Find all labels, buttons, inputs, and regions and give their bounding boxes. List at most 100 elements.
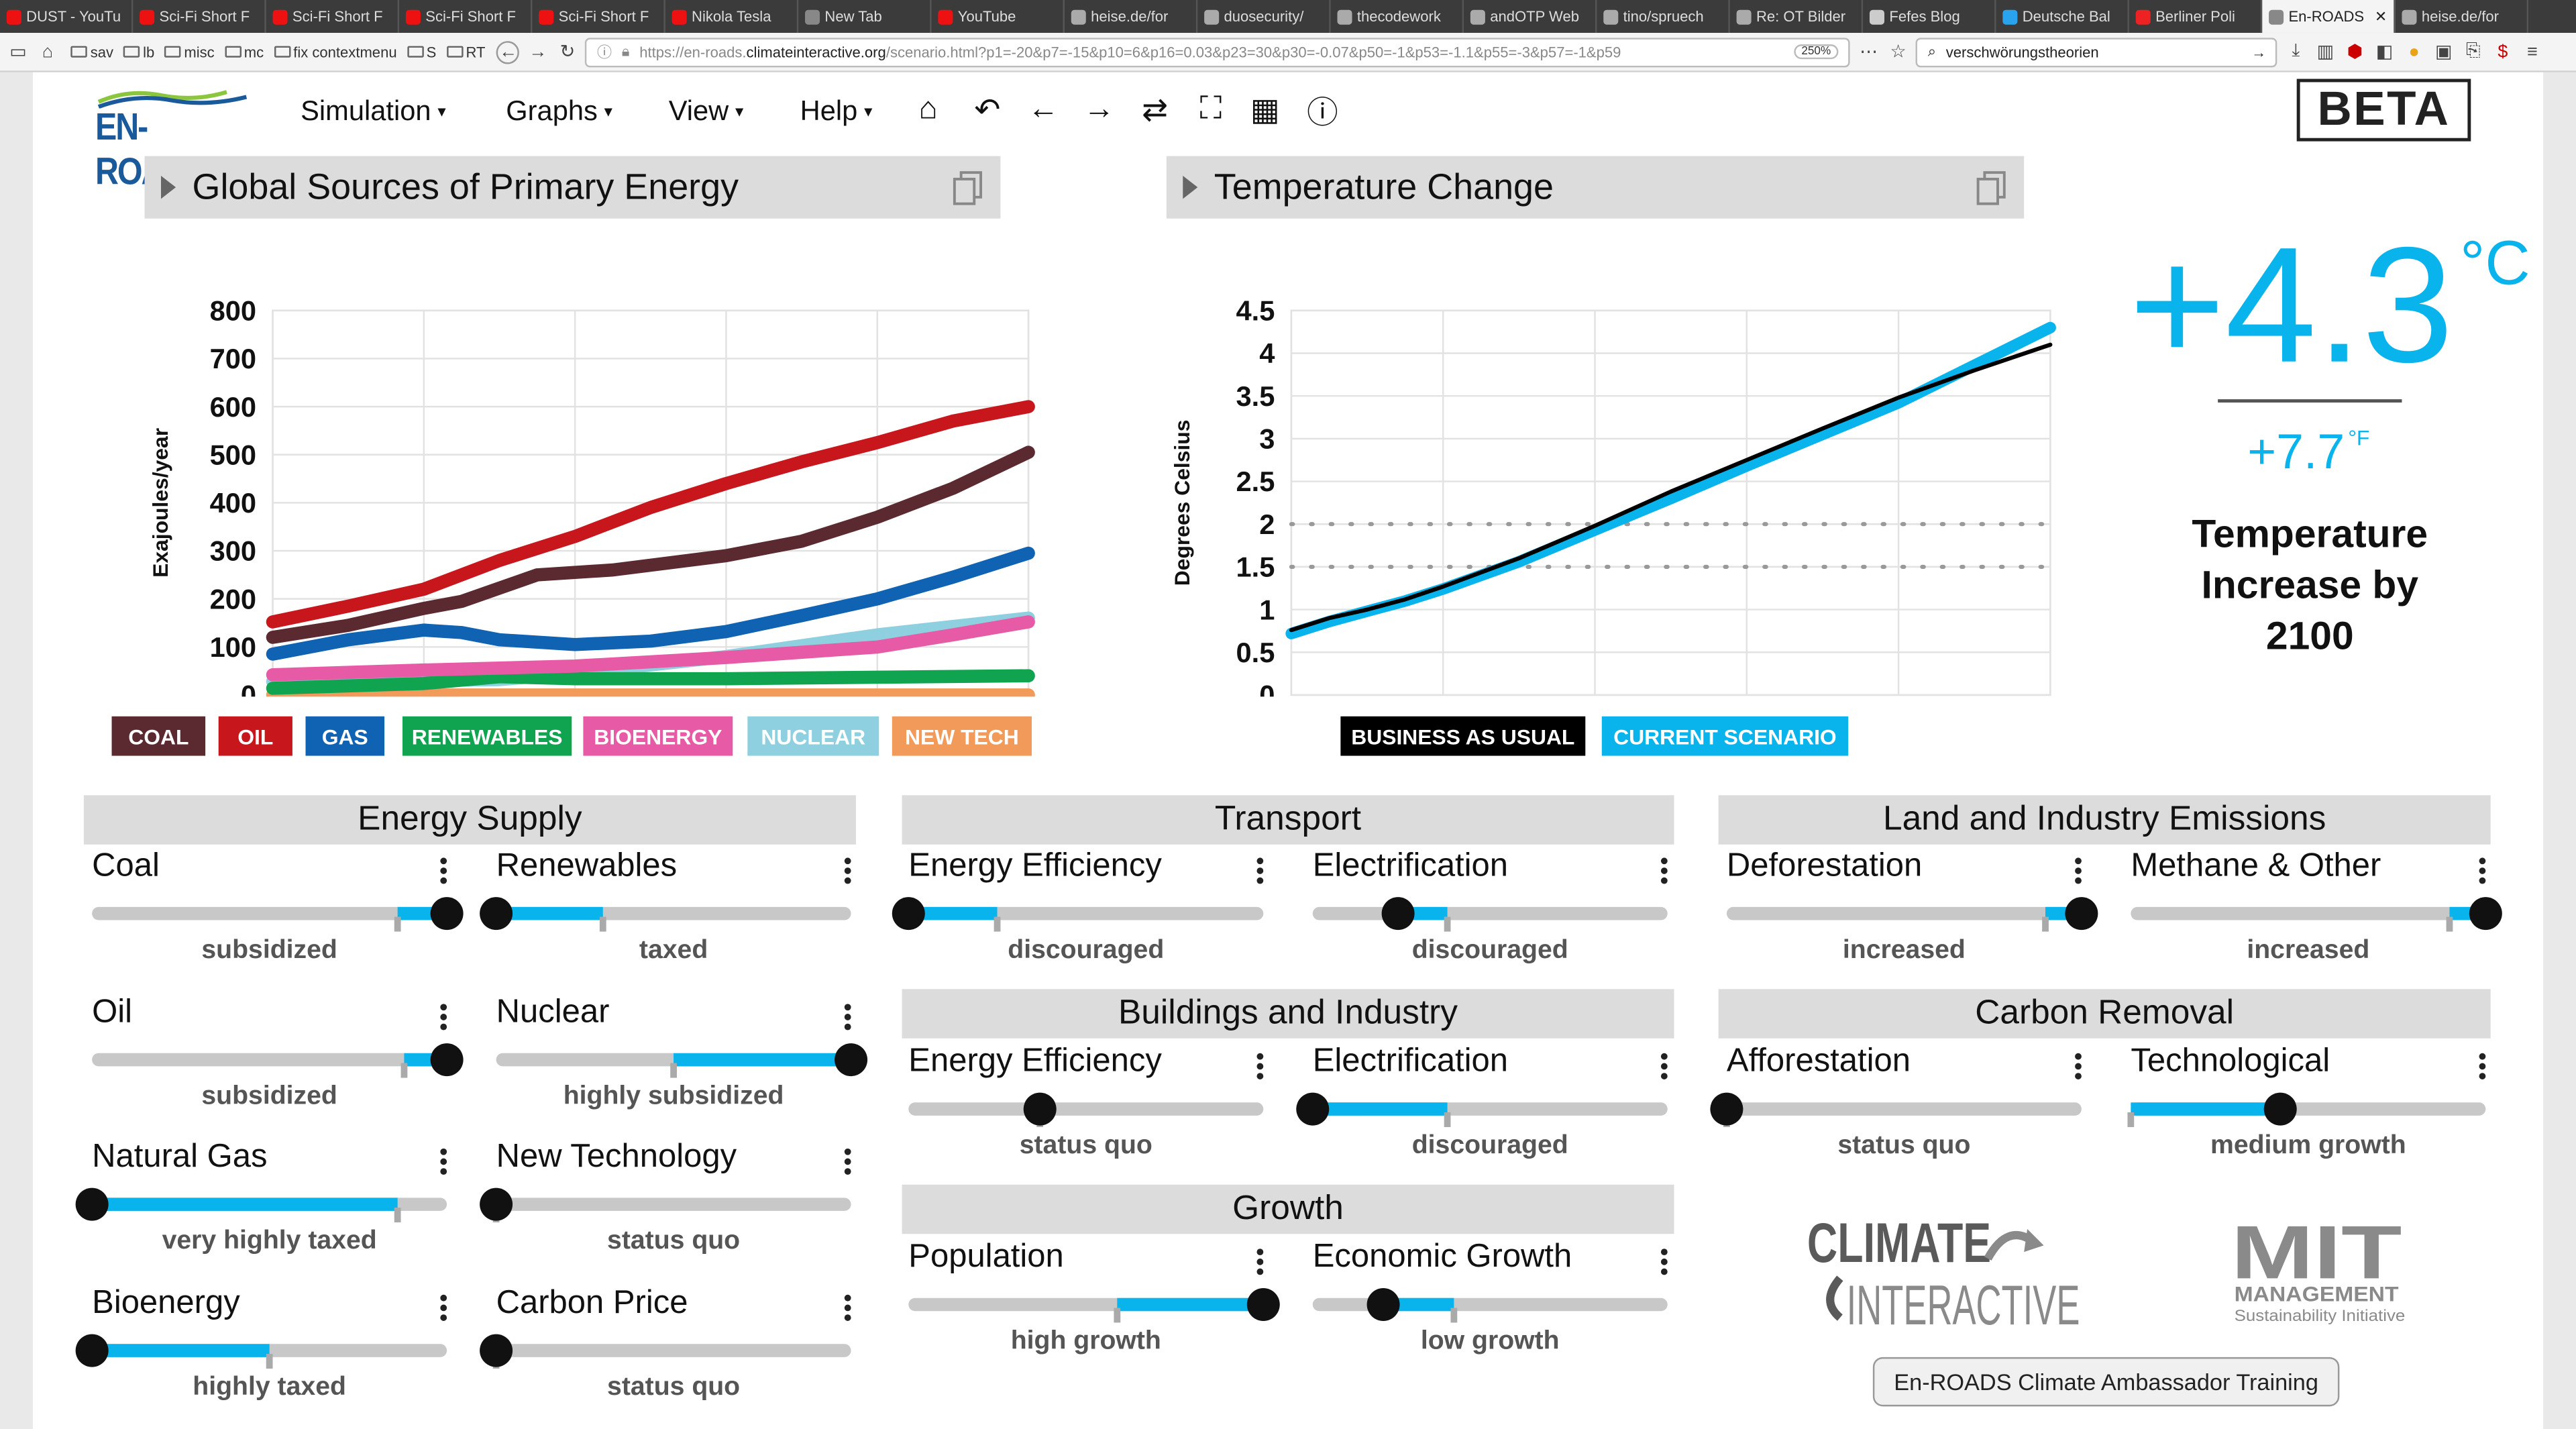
browser-tab[interactable]: Sci-Fi Short F [399,0,533,33]
temperature-panel-header[interactable]: Temperature Change [1166,156,2025,219]
climate-interactive-logo[interactable]: CLIMATE INTERACTIVE [1804,1209,2083,1331]
slider-track[interactable] [1710,1092,2082,1128]
slider-handle[interactable] [430,1043,464,1077]
more-vertical-icon[interactable] [843,1000,853,1030]
slider-track[interactable] [1312,897,1668,932]
slider-handle[interactable] [480,1334,513,1367]
menu-icon[interactable]: ≡ [2521,40,2544,63]
menu-help[interactable]: Help ▾ [800,95,873,128]
bookmark-item[interactable]: sav [66,44,118,60]
fullscreen-icon[interactable]: ⛶ [1191,91,1231,130]
slider-track[interactable] [908,1092,1264,1128]
browser-tab[interactable]: andOTP Web [1464,0,1597,33]
sidebar-toggle-icon[interactable]: ▭ [7,40,30,63]
more-vertical-icon[interactable] [2074,1050,2084,1079]
more-vertical-icon[interactable] [843,854,853,884]
slider-track[interactable] [75,1187,447,1223]
more-vertical-icon[interactable] [439,854,449,884]
slider-track[interactable] [908,1288,1280,1323]
legend-item[interactable]: COAL [111,716,206,756]
slider-handle[interactable] [75,1187,109,1221]
browser-tab[interactable]: Berliner Poli [2129,0,2263,33]
more-vertical-icon[interactable] [439,1000,449,1030]
extension-icon[interactable]: ▣ [2432,40,2455,63]
slider-handle[interactable] [75,1334,109,1367]
extension-icon[interactable]: ● [2402,40,2425,63]
slider-track[interactable] [480,1334,851,1369]
menu-view[interactable]: View ▾ [669,95,744,128]
more-vertical-icon[interactable] [1659,854,1669,884]
back-icon[interactable]: ← [496,40,520,64]
slider-handle[interactable] [2469,897,2502,931]
legend-item[interactable]: NEW TECH [892,716,1032,756]
slider-track[interactable] [1726,897,2098,932]
slider-track[interactable] [92,1043,464,1078]
en-roads-logo[interactable]: EN-ROADS [95,85,253,193]
browser-tab[interactable]: duosecurity/ [1197,0,1331,33]
slider-handle[interactable] [1296,1092,1330,1126]
browser-tab[interactable]: tino/spruech [1597,0,1730,33]
bookmark-item[interactable]: S [402,44,441,60]
table-icon[interactable]: ▦ [1245,91,1285,130]
more-vertical-icon[interactable] [843,1291,853,1321]
browser-tab[interactable]: Sci-Fi Short F [532,0,665,33]
slider-track[interactable] [1296,1092,1668,1128]
more-vertical-icon[interactable] [1659,1245,1669,1275]
ambassador-training-button[interactable]: En-ROADS Climate Ambassador Training [1872,1357,2340,1407]
slider-track[interactable] [480,897,851,932]
slider-handle[interactable] [480,1187,513,1221]
slider-handle[interactable] [2263,1092,2297,1126]
bookmark-star-icon[interactable]: ☆ [1886,40,1909,63]
browser-tab[interactable]: New Tab [798,0,932,33]
copy-icon[interactable] [951,169,984,205]
adblock-icon[interactable]: ⬢ [2343,40,2366,63]
legend-item[interactable]: NUCLEAR [747,716,879,756]
energy-panel-header[interactable]: Global Sources of Primary Energy [144,156,1001,219]
slider-track[interactable] [92,897,464,932]
search-go-icon[interactable]: → [2251,44,2266,60]
browser-tab[interactable]: Nikola Tesla [665,0,799,33]
search-box[interactable]: ⌕ verschwörungstheorien → [1916,37,2278,67]
more-vertical-icon[interactable] [2074,854,2084,884]
slider-track[interactable] [2131,897,2502,932]
more-vertical-icon[interactable] [439,1145,449,1175]
slider-track[interactable] [2127,1092,2486,1128]
bookmark-item[interactable]: fix contextmenu [268,44,401,60]
arrow-left-icon[interactable]: ← [1024,91,1063,130]
arrow-right-icon[interactable]: → [1079,91,1119,130]
slider-track[interactable] [1312,1288,1668,1323]
expand-triangle-icon[interactable] [1183,176,1198,199]
site-info-icon[interactable]: ⓘ [597,41,612,62]
slider-handle[interactable] [892,897,925,931]
expand-triangle-icon[interactable] [161,176,176,199]
compare-icon[interactable]: ⇄ [1135,91,1175,130]
bookmark-item[interactable]: misc [160,44,219,60]
forward-icon[interactable]: → [527,40,549,63]
slider-handle[interactable] [1023,1092,1057,1126]
legend-item[interactable]: RENEWABLES [402,716,572,756]
home-icon[interactable]: ⌂ [36,40,59,63]
browser-tab[interactable]: YouTube [932,0,1065,33]
more-vertical-icon[interactable] [2477,1050,2487,1079]
legend-item[interactable]: BUSINESS AS USUAL [1340,716,1586,756]
more-vertical-icon[interactable] [1659,1050,1669,1079]
browser-tab[interactable]: DUST - YouTu [0,0,133,33]
browser-tab[interactable]: Re: OT Bilder [1730,0,1864,33]
more-vertical-icon[interactable] [843,1145,853,1175]
slider-track[interactable] [480,1187,851,1223]
reload-icon[interactable]: ↻ [556,40,579,63]
bookmark-item[interactable]: lb [118,44,159,60]
slider-handle[interactable] [1381,897,1415,931]
slider-handle[interactable] [1367,1288,1401,1321]
browser-tab[interactable]: Deutsche Bal [1996,0,2129,33]
slider-handle[interactable] [2065,897,2098,931]
legend-item[interactable]: BIOENERGY [583,716,733,756]
mit-sloan-logo[interactable]: MIT MANAGEMENT Sustainability Initiative [2218,1212,2428,1327]
slider-handle[interactable] [835,1043,868,1077]
browser-tab[interactable]: heise.de/for [2396,0,2529,33]
extension-icon[interactable]: $ [2491,40,2514,63]
more-vertical-icon[interactable] [439,1291,449,1321]
more-vertical-icon[interactable] [2477,854,2487,884]
url-bar[interactable]: ⓘ 🔒︎ https://en-roads.climateinteractive… [585,37,1851,67]
zoom-indicator[interactable]: 250% [1793,44,1839,60]
